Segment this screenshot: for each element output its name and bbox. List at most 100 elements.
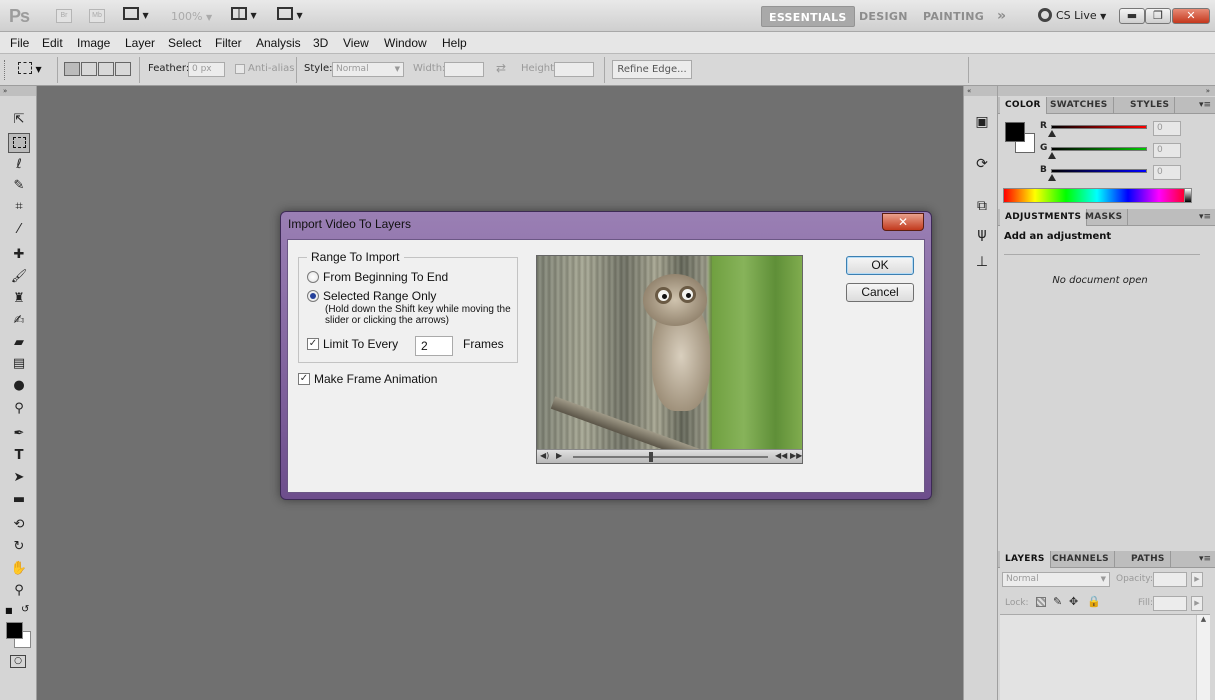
- spot-healing-brush-tool-icon[interactable]: ✚: [8, 245, 30, 265]
- gradient-tool-icon[interactable]: ▤: [8, 354, 30, 374]
- play-icon[interactable]: ▶: [556, 451, 562, 460]
- close-window-button[interactable]: ✕: [1172, 8, 1210, 24]
- workspace-painting[interactable]: PAINTING: [916, 6, 991, 27]
- rectangle-tool-icon[interactable]: ▬: [8, 490, 30, 510]
- quick-mask-icon[interactable]: ○: [10, 655, 26, 668]
- menu-layer[interactable]: Layer: [125, 36, 155, 50]
- zoom-tool-icon[interactable]: ⚲: [8, 581, 30, 601]
- red-slider[interactable]: [1051, 125, 1147, 129]
- menu-file[interactable]: File: [10, 36, 29, 50]
- layers-scrollbar[interactable]: ▲: [1196, 615, 1210, 700]
- green-slider-thumb[interactable]: [1048, 152, 1056, 159]
- histogram-icon[interactable]: ▣: [972, 112, 992, 132]
- from-beginning-radio[interactable]: [307, 271, 319, 283]
- default-colors-icon[interactable]: ■: [5, 606, 13, 615]
- video-scrubber[interactable]: [573, 456, 768, 458]
- swap-dimensions-icon[interactable]: ⇄: [496, 61, 506, 75]
- chevron-right-icon[interactable]: ▶: [1191, 572, 1203, 587]
- limit-to-every-label[interactable]: Limit To Every: [323, 337, 398, 351]
- eyedropper-tool-icon[interactable]: ⁄: [8, 220, 30, 240]
- height-input[interactable]: [554, 62, 594, 77]
- lasso-tool-icon[interactable]: ℓ: [8, 155, 30, 175]
- brush-tool-icon[interactable]: 🖌: [8, 267, 30, 287]
- crop-tool-icon[interactable]: ⌗: [8, 197, 30, 217]
- tab-channels[interactable]: CHANNELS: [1047, 551, 1115, 568]
- lock-transparent-icon[interactable]: [1036, 597, 1046, 607]
- menu-view[interactable]: View: [343, 36, 369, 50]
- red-slider-thumb[interactable]: [1048, 130, 1056, 137]
- menu-image[interactable]: Image: [77, 36, 110, 50]
- tab-color[interactable]: COLOR: [1000, 97, 1047, 114]
- tools-panel-header[interactable]: »: [0, 86, 36, 96]
- blue-slider-thumb[interactable]: [1048, 174, 1056, 181]
- volume-icon[interactable]: ◀): [540, 451, 549, 460]
- rectangular-marquee-tool-icon[interactable]: [8, 133, 30, 153]
- menu-edit[interactable]: Edit: [42, 36, 63, 50]
- clone-source-icon[interactable]: ⊥: [972, 252, 992, 272]
- selected-range-label[interactable]: Selected Range Only: [323, 289, 436, 303]
- scroll-up-icon[interactable]: ▲: [1197, 615, 1210, 623]
- more-workspaces-icon[interactable]: »: [990, 6, 1013, 27]
- hand-tool-icon[interactable]: ✋: [8, 559, 30, 579]
- arrange-documents-button[interactable]: ▼: [231, 7, 257, 25]
- menu-filter[interactable]: Filter: [215, 36, 242, 50]
- tool-preset-picker[interactable]: ▼: [18, 62, 42, 75]
- pen-tool-icon[interactable]: ✒: [8, 424, 30, 444]
- from-beginning-label[interactable]: From Beginning To End: [323, 270, 448, 284]
- actions-icon[interactable]: ⧉: [972, 196, 992, 216]
- tab-paths[interactable]: PATHS: [1126, 551, 1171, 568]
- fill-input[interactable]: [1153, 596, 1187, 611]
- foreground-color-swatch[interactable]: [6, 622, 23, 639]
- lock-position-icon[interactable]: ✥: [1069, 595, 1078, 608]
- menu-analysis[interactable]: Analysis: [256, 36, 301, 50]
- limit-frames-input[interactable]: 2: [415, 336, 453, 356]
- blend-mode-select[interactable]: Normal ▼: [1002, 572, 1110, 587]
- bridge-icon[interactable]: Br: [56, 9, 72, 23]
- intersect-selection-icon[interactable]: [115, 62, 131, 76]
- menu-window[interactable]: Window: [384, 36, 427, 50]
- step-back-icon[interactable]: ◀◀: [775, 451, 787, 460]
- mini-bridge-icon[interactable]: Mb: [89, 9, 105, 23]
- add-to-selection-icon[interactable]: [81, 62, 97, 76]
- panel-menu-icon[interactable]: ▾≡: [1199, 100, 1211, 110]
- green-slider[interactable]: [1051, 147, 1147, 151]
- panels-collapse-header[interactable]: »: [998, 86, 1215, 96]
- width-input[interactable]: [444, 62, 484, 77]
- step-forward-icon[interactable]: ▶▶: [790, 451, 802, 460]
- history-brush-tool-icon[interactable]: ✍: [8, 311, 30, 331]
- restore-button[interactable]: ❐: [1145, 8, 1171, 24]
- menu-select[interactable]: Select: [168, 36, 201, 50]
- style-select[interactable]: Normal ▼: [332, 62, 404, 77]
- brush-presets-icon[interactable]: ψ: [972, 224, 992, 244]
- menu-3d[interactable]: 3D: [313, 36, 328, 50]
- antialias-checkbox[interactable]: [235, 64, 245, 74]
- eraser-tool-icon[interactable]: ▰: [8, 333, 30, 353]
- switch-colors-icon[interactable]: ↺: [21, 604, 29, 615]
- history-icon[interactable]: ⟳: [972, 154, 992, 174]
- panel-menu-icon[interactable]: ▾≡: [1199, 212, 1211, 222]
- cancel-button[interactable]: Cancel: [846, 283, 914, 302]
- dodge-tool-icon[interactable]: ⚲: [8, 399, 30, 419]
- 3d-orbit-tool-icon[interactable]: ↻: [8, 537, 30, 557]
- blue-value-input[interactable]: 0: [1153, 165, 1181, 180]
- tab-swatches[interactable]: SWATCHES: [1045, 97, 1114, 114]
- dialog-close-button[interactable]: ✕: [882, 213, 924, 231]
- panel-menu-icon[interactable]: ▾≡: [1199, 554, 1211, 564]
- tab-layers[interactable]: LAYERS: [1000, 551, 1051, 568]
- path-selection-tool-icon[interactable]: ➤: [8, 468, 30, 488]
- type-tool-icon[interactable]: T: [8, 446, 30, 466]
- clone-stamp-tool-icon[interactable]: ♜: [8, 289, 30, 309]
- chevron-right-icon[interactable]: ▶: [1191, 596, 1203, 611]
- make-frame-animation-label[interactable]: Make Frame Animation: [314, 372, 437, 386]
- red-value-input[interactable]: 0: [1153, 121, 1181, 136]
- spectrum-black-white[interactable]: [1184, 188, 1192, 203]
- feather-input[interactable]: 0 px: [188, 62, 225, 77]
- green-value-input[interactable]: 0: [1153, 143, 1181, 158]
- cs-live-button[interactable]: CS Live ▼: [1038, 8, 1106, 22]
- workspace-design[interactable]: DESIGN: [852, 6, 915, 27]
- tab-adjustments[interactable]: ADJUSTMENTS: [1000, 209, 1088, 226]
- blur-tool-icon[interactable]: ●: [8, 376, 30, 396]
- color-foreground-swatch[interactable]: [1005, 122, 1025, 142]
- move-tool-icon[interactable]: ⇱: [8, 110, 30, 130]
- new-selection-icon[interactable]: [64, 62, 80, 76]
